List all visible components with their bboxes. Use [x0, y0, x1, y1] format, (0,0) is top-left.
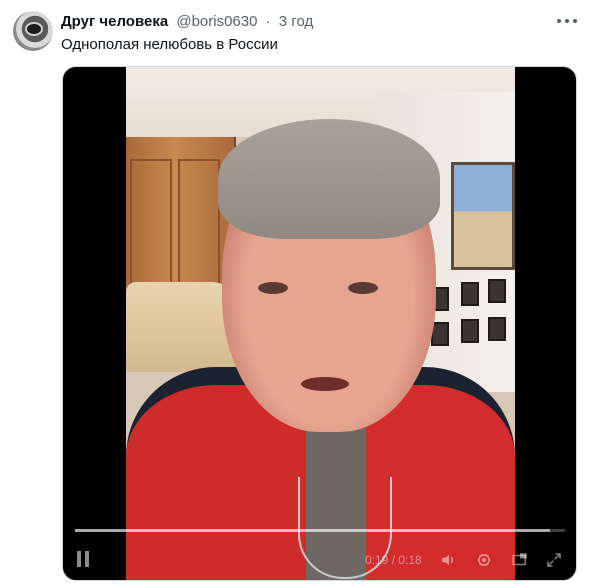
tweet-text: Однополая нелюбовь в России [61, 36, 278, 53]
person-eye [348, 282, 378, 294]
wall-photo [461, 319, 479, 343]
gear-icon[interactable] [475, 551, 493, 569]
video-player[interactable]: 0:19 / 0:18 [62, 66, 577, 581]
video-progress-bar[interactable] [75, 529, 565, 532]
person-eye [258, 282, 288, 294]
video-timer: 0:19 / 0:18 [365, 553, 422, 567]
volume-icon[interactable] [440, 551, 458, 569]
more-horizontal-icon[interactable] [557, 14, 577, 28]
picture-in-picture-icon[interactable] [511, 551, 529, 569]
person-mouth [301, 377, 349, 391]
progress-fill [75, 529, 551, 532]
video-controls: 0:19 / 0:18 [63, 529, 576, 580]
separator-dot: · [265, 13, 271, 30]
wall-painting [451, 162, 515, 270]
wall-photo [461, 282, 479, 306]
author-avatar[interactable] [13, 11, 53, 51]
video-frame[interactable] [126, 67, 515, 580]
tweet-header: Друг человека @boris0630 · 3 год [61, 13, 313, 31]
wall-photo [488, 279, 506, 303]
wall-photo [488, 317, 506, 341]
fullscreen-icon[interactable] [545, 551, 563, 569]
pause-icon[interactable] [77, 551, 91, 569]
author-handle[interactable]: @boris0630 [176, 13, 257, 30]
tweet-timestamp[interactable]: 3 год [279, 13, 313, 30]
avatar-eye-graphic [27, 24, 41, 34]
person-hair [218, 119, 440, 239]
author-name[interactable]: Друг человека [61, 13, 168, 30]
tweet-card[interactable]: Друг человека @boris0630 · 3 год Однопол… [0, 0, 589, 588]
